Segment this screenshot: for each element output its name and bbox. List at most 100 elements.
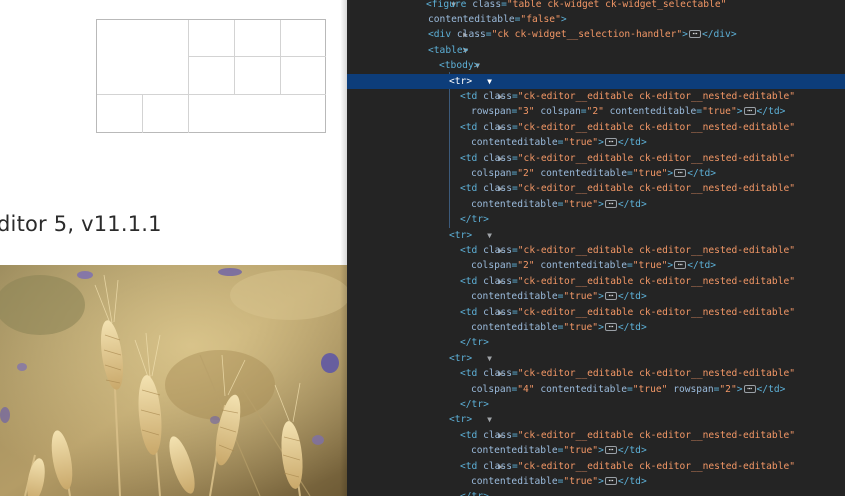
dom-node-code: <div class="ck ck-widget__selection-hand… — [428, 27, 737, 42]
dom-node-line[interactable]: ▼ <tbody> — [347, 58, 845, 73]
attribute-value: "ck-editor__editable ck-editor__nested-e… — [517, 275, 796, 287]
html-tag-text: <td — [460, 368, 484, 380]
collapsed-content-ellipsis-icon[interactable]: ⋯ — [604, 199, 617, 208]
dom-node-line[interactable]: contenteditable="true"> ⋯ </td> — [347, 197, 845, 212]
attribute-value: "ck-editor__editable ck-editor__nested-e… — [517, 368, 796, 380]
dom-node-code: <tr> — [449, 351, 472, 366]
collapsed-content-ellipsis-icon[interactable]: ⋯ — [604, 322, 617, 331]
attribute-value: "ck-editor__editable ck-editor__nested-e… — [517, 306, 796, 318]
dom-node-code: colspan="4" contenteditable="true" rowsp… — [471, 382, 785, 397]
attribute-name: contenteditable — [540, 167, 627, 179]
dom-node-line[interactable]: </tr> — [347, 489, 845, 496]
html-tag-text: </td> — [617, 137, 647, 149]
attribute-value: "2" — [517, 167, 541, 179]
dom-node-code: <td class="ck-editor__editable ck-editor… — [460, 243, 795, 258]
attribute-name: colspan — [471, 383, 512, 395]
attribute-value: "true" — [632, 383, 674, 395]
attribute-value: "true" — [563, 137, 599, 149]
expand-arrow-down-icon[interactable]: ▼ — [485, 351, 494, 366]
dom-node-line[interactable]: contenteditable="true"> ⋯ </td> — [347, 135, 845, 150]
dom-node-line[interactable]: contenteditable="true"> ⋯ </td> — [347, 443, 845, 458]
expand-arrow-down-icon[interactable]: ▼ — [485, 412, 494, 427]
html-tag-text: <td — [460, 121, 484, 133]
attribute-value: "ck-editor__editable ck-editor__nested-e… — [517, 429, 796, 441]
html-tag-text: </td> — [617, 445, 647, 457]
collapsed-content-ellipsis-icon[interactable]: ⋯ — [674, 261, 687, 270]
html-tag-text: </td> — [617, 475, 647, 487]
dom-node-line[interactable]: ▼ <table> — [347, 43, 845, 58]
dom-node-line[interactable]: ▶ <td class="ck-editor__editable ck-edito… — [347, 120, 845, 135]
html-tag-text: <tbody> — [439, 60, 480, 72]
dom-node-line[interactable]: ▶ <td class="ck-editor__editable ck-edito… — [347, 428, 845, 443]
attribute-name: contenteditable — [471, 198, 558, 210]
attribute-value: "true" — [563, 445, 599, 457]
html-tag-text: <td — [460, 429, 484, 441]
dom-node-line[interactable]: ▶ <td class="ck-editor__editable ck-edito… — [347, 274, 845, 289]
dom-node-code: colspan="2" contenteditable="true"> ⋯ </td… — [471, 166, 716, 181]
dom-node-selected[interactable]: ▼ <tr> — [347, 73, 845, 89]
page-heading: ditor 5, v11.1.1 — [0, 212, 162, 236]
html-tag-text: <table> — [428, 44, 469, 56]
dom-node-line[interactable]: colspan="2" contenteditable="true"> ⋯ </td… — [347, 166, 845, 181]
dom-node-line[interactable]: ▶ <div class="ck ck-widget__selection-han… — [347, 27, 845, 42]
dom-node-line[interactable]: colspan="4" contenteditable="true" rowsp… — [347, 382, 845, 397]
html-tag-text: </div> — [701, 29, 737, 41]
dom-node-line[interactable]: contenteditable="true"> ⋯ </td> — [347, 320, 845, 335]
attribute-name: class — [483, 244, 512, 256]
attribute-name: contenteditable — [540, 260, 627, 272]
dom-node-line[interactable]: contenteditable="true"> ⋯ </td> — [347, 474, 845, 489]
devtools-elements-panel[interactable]: ▼ <figure class="table ck-widget ck-widge… — [347, 0, 845, 496]
dom-node-line[interactable]: </tr> — [347, 397, 845, 412]
dom-node-line[interactable]: contenteditable="true"> ⋯ </td> — [347, 289, 845, 304]
html-tag-text: > — [598, 137, 604, 149]
attribute-name: contenteditable — [609, 106, 697, 118]
attribute-value: "true" — [563, 475, 599, 487]
collapsed-content-ellipsis-icon[interactable]: ⋯ — [743, 384, 756, 393]
html-tag-text: </td> — [687, 167, 717, 179]
dom-node-line[interactable]: </tr> — [347, 212, 845, 227]
attribute-name: class — [472, 0, 502, 10]
table-cell-border — [142, 94, 143, 133]
html-tag-text: > — [736, 383, 743, 395]
html-tag-text: </tr> — [460, 398, 489, 410]
html-tag-text: <tr> — [449, 229, 473, 241]
dom-node-line[interactable]: ▶ <td class="ck-editor__editable ck-edito… — [347, 459, 845, 474]
attribute-value: "true" — [632, 167, 668, 179]
attribute-name: class — [483, 152, 512, 164]
collapsed-content-ellipsis-icon[interactable]: ⋯ — [604, 138, 617, 147]
dom-node-code: contenteditable="false"> — [428, 12, 567, 27]
attribute-value: "2" — [719, 383, 737, 395]
collapsed-content-ellipsis-icon[interactable]: ⋯ — [688, 30, 701, 39]
collapsed-content-ellipsis-icon[interactable]: ⋯ — [604, 446, 617, 455]
dom-node-line[interactable]: contenteditable="false"> — [347, 12, 845, 27]
collapsed-content-ellipsis-icon[interactable]: ⋯ — [674, 168, 687, 177]
dom-node-line[interactable]: ▼ <tr> — [347, 412, 845, 427]
dom-node-line[interactable]: colspan="2" contenteditable="true"> ⋯ </td… — [347, 258, 845, 273]
dom-node-line[interactable]: ▼ <tr> — [347, 228, 845, 243]
attribute-value: "true" — [702, 106, 737, 118]
collapsed-content-ellipsis-icon[interactable]: ⋯ — [604, 476, 617, 485]
expand-arrow-down-icon[interactable]: ▼ — [485, 228, 494, 243]
page-viewport: ditor 5, v11.1.1 — [0, 0, 347, 496]
dom-node-line[interactable]: rowspan="3" colspan="2" contenteditable=… — [347, 104, 845, 119]
dom-node-code: <tr> — [449, 228, 472, 243]
attribute-name: class — [483, 460, 512, 472]
collapsed-content-ellipsis-icon[interactable]: ⋯ — [743, 107, 756, 116]
attribute-value: "true" — [563, 198, 599, 210]
dom-node-line[interactable]: ▼ <tr> — [347, 351, 845, 366]
attribute-value: "false" — [520, 13, 561, 25]
html-tag-text: <td — [460, 183, 484, 195]
collapsed-content-ellipsis-icon[interactable]: ⋯ — [604, 292, 617, 301]
dom-node-line[interactable]: ▶ <td class="ck-editor__editable ck-edito… — [347, 89, 845, 104]
dom-node-line[interactable]: </tr> — [347, 335, 845, 350]
dom-node-line[interactable]: ▼ <figure class="table ck-widget ck-widge… — [347, 0, 845, 12]
dom-node-line[interactable]: ▶ <td class="ck-editor__editable ck-edito… — [347, 181, 845, 196]
dom-node-line[interactable]: ▶ <td class="ck-editor__editable ck-edito… — [347, 151, 845, 166]
dom-node-line[interactable]: ▶ <td class="ck-editor__editable ck-edito… — [347, 243, 845, 258]
dom-node-line[interactable]: ▶ <td class="ck-editor__editable ck-edito… — [347, 305, 845, 320]
table-widget[interactable] — [96, 19, 326, 133]
attribute-name: colspan — [471, 260, 512, 272]
dom-node-line[interactable]: ▶ <td class="ck-editor__editable ck-edito… — [347, 366, 845, 381]
attribute-name: class — [483, 121, 512, 133]
expand-arrow-down-icon[interactable]: ▼ — [485, 74, 494, 89]
